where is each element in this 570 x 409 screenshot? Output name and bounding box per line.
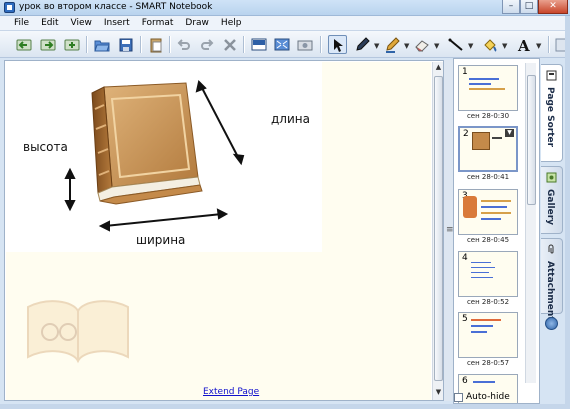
tab-gallery[interactable]: Gallery [541,166,563,234]
thumbnail-preview[interactable]: 4 [458,251,518,297]
window-border-bottom [0,404,570,409]
page-thumbnail-2[interactable]: 2 ▼ сен 28-0:41 [458,126,518,181]
close-button[interactable]: ✕ [538,0,568,14]
window-border [565,16,570,409]
height-label[interactable]: высота [23,140,68,154]
capture-icon[interactable] [295,35,314,54]
back-icon[interactable] [14,35,33,54]
menu-view[interactable]: View [65,16,98,30]
select-icon[interactable] [328,35,347,54]
thumbnail-number: 4 [462,253,468,263]
page-canvas[interactable]: длина высота ширина Extend Page [6,62,431,400]
background-book-image [27,300,129,364]
thumbnail-preview[interactable]: 2 ▼ [458,126,518,172]
menu-insert[interactable]: Insert [98,16,136,30]
tab-page-sorter[interactable]: Page Sorter [541,64,563,162]
thumbnail-caption: сен 28-0:52 [466,298,510,306]
sorter-scrollbar[interactable] [525,63,536,383]
eraser-dropdown-icon[interactable]: ▼ [434,42,439,50]
fill-dropdown-icon[interactable]: ▼ [502,42,507,50]
add-page-icon[interactable] [62,35,81,54]
tab-gallery-label: Gallery [545,189,555,226]
text-icon[interactable]: A [514,35,533,54]
tab-attachments[interactable]: Attachments [541,238,563,326]
forward-icon[interactable] [38,35,57,54]
paste-icon[interactable] [146,35,165,54]
delete-icon[interactable] [220,35,239,54]
pen-icon[interactable] [352,35,371,54]
page-thumbnail-1[interactable]: 1 сен 28-0:30 [458,65,518,120]
auto-hide-checkbox[interactable] [454,392,463,402]
thumbnail-number: 6 [462,376,468,386]
thumbnail-caption: сен 28-0:30 [466,112,510,120]
thumbnail-preview[interactable]: 3 [458,189,518,235]
tab-page-sorter-label: Page Sorter [545,87,555,148]
line-dropdown-icon[interactable]: ▼ [468,42,473,50]
creative-pen-dropdown-icon[interactable]: ▼ [404,42,409,50]
maximize-button[interactable]: □ [520,0,538,14]
measurement-arrows [64,80,245,232]
thumbnail-number: 5 [462,314,468,324]
paperclip-icon [546,244,557,255]
line-icon[interactable] [446,35,465,54]
menu-draw[interactable]: Draw [179,16,215,30]
page-thumbnail-4[interactable]: 4 сен 28-0:52 [458,251,518,306]
menu-bar: File Edit View Insert Format Draw Help [0,16,570,31]
side-tabs: Page Sorter Gallery Attachments [541,58,565,348]
work-area: длина высота ширина Extend Page ▲ ▼ [4,60,444,401]
full-screen-icon[interactable] [272,35,291,54]
auto-hide-option[interactable]: Auto-hide [454,392,510,402]
menu-edit[interactable]: Edit [35,16,64,30]
menu-file[interactable]: File [8,16,35,30]
window-title: урок во втором классе - SMART Notebook [19,2,213,12]
minimize-button[interactable]: – [502,0,520,14]
creative-pen-icon[interactable] [382,35,401,54]
pen-dropdown-icon[interactable]: ▼ [374,42,379,50]
gallery-icon [546,172,557,183]
redo-icon[interactable] [197,35,216,54]
scroll-down-icon[interactable]: ▼ [434,388,443,397]
thumbnail-caption: сен 28-0:57 [466,359,510,367]
menu-format[interactable]: Format [136,16,180,30]
scroll-thumb[interactable] [434,76,443,381]
open-icon[interactable] [92,35,111,54]
thumbnail-caption: сен 28-0:41 [466,173,510,181]
save-icon[interactable] [116,35,135,54]
extend-page-link[interactable]: Extend Page [203,387,259,397]
undo-icon[interactable] [174,35,193,54]
properties-icon[interactable] [545,317,558,330]
scroll-up-icon[interactable]: ▲ [434,63,443,72]
page-thumbnail-5[interactable]: 5 сен 28-0:57 [458,312,518,367]
page-thumbnail-3[interactable]: 3 сен 28-0:45 [458,189,518,244]
thumbnail-number: 2 [463,129,469,139]
toolbar: ▼ ▼ ▼ ▼ ▼ A ▼ [0,31,570,58]
panel-splitter[interactable]: ≡ [444,60,454,401]
thumbnail-caption: сен 28-0:45 [466,236,510,244]
title-bar: урок во втором классе - SMART Notebook –… [0,0,570,16]
fill-icon[interactable] [480,35,499,54]
app-icon [4,2,15,13]
thumbnail-preview[interactable]: 5 [458,312,518,358]
text-dropdown-icon[interactable]: ▼ [536,42,541,50]
page-scrollbar[interactable]: ▲ ▼ [432,62,443,400]
sorter-scroll-thumb[interactable] [527,75,536,205]
thumbnail-number: 1 [462,67,468,77]
svg-text:A: A [517,37,530,53]
thumbnail-menu-icon[interactable]: ▼ [505,129,514,137]
length-label[interactable]: длина [271,112,310,126]
menu-help[interactable]: Help [215,16,248,30]
page-sorter-icon [546,70,557,81]
auto-hide-label: Auto-hide [466,392,510,402]
page-sorter-panel: 1 сен 28-0:30 2 ▼ сен 28-0:41 3 сен 28-0… [453,58,540,404]
screen-shade-icon[interactable] [249,35,268,54]
window-controls: – □ ✕ [502,0,568,15]
thumbnail-preview[interactable]: 1 [458,65,518,111]
eraser-icon[interactable] [412,35,431,54]
width-label[interactable]: ширина [136,233,185,247]
